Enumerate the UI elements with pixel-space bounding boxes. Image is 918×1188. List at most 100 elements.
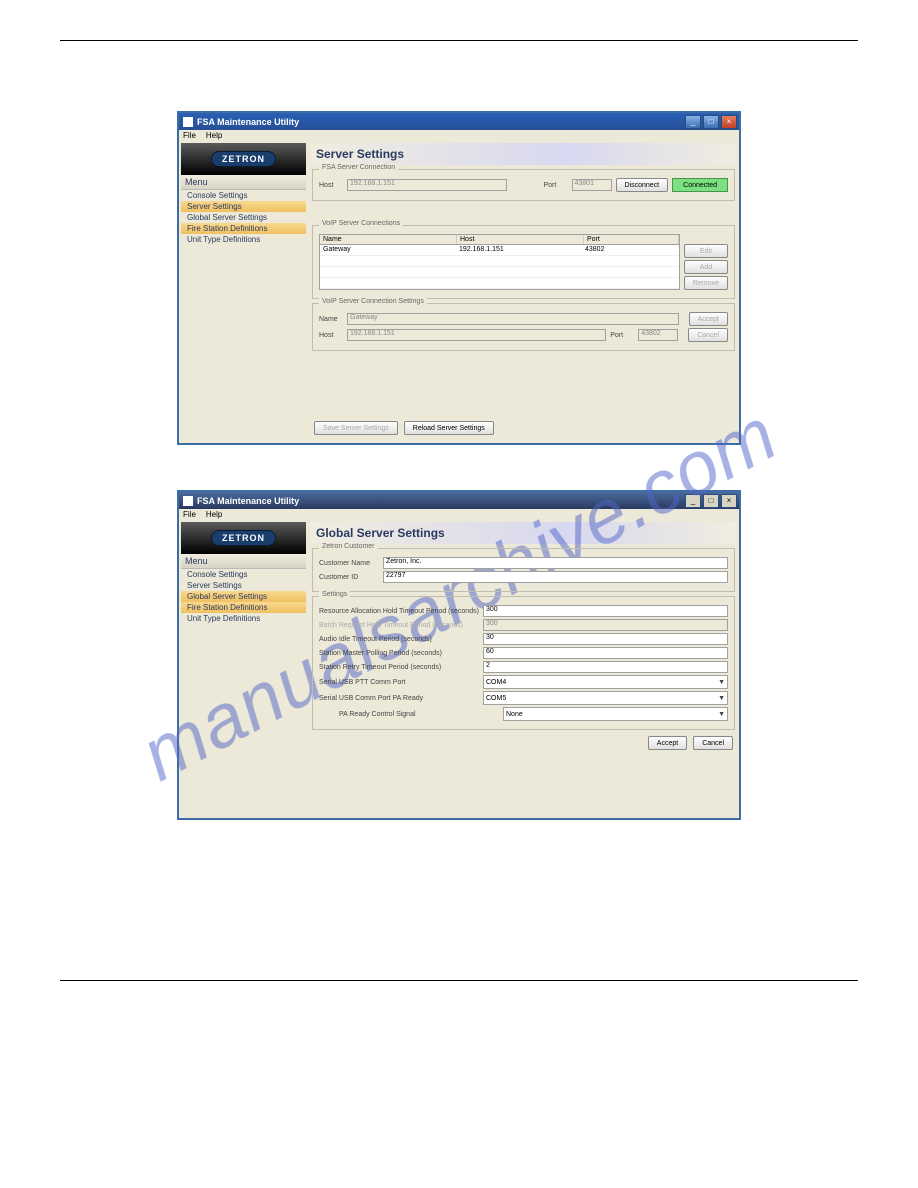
host-input[interactable]: 192.168.1.151 bbox=[347, 179, 507, 191]
group-label: Settings bbox=[319, 591, 350, 598]
titlebar[interactable]: FSA Maintenance Utility _ □ × bbox=[179, 492, 739, 509]
cell-port: 43802 bbox=[582, 245, 679, 255]
window-global-server-settings: FSA Maintenance Utility _ □ × File Help … bbox=[177, 490, 741, 820]
col-name[interactable]: Name bbox=[320, 235, 457, 244]
logo-text: ZETRON bbox=[211, 151, 276, 167]
sidebar-item-fire-station-definitions[interactable]: Fire Station Definitions bbox=[181, 223, 306, 234]
accept-button[interactable]: Accept bbox=[689, 312, 728, 326]
titlebar[interactable]: FSA Maintenance Utility _ □ × bbox=[179, 113, 739, 130]
col-port[interactable]: Port bbox=[584, 235, 679, 244]
logo: ZETRON bbox=[181, 143, 306, 175]
name-input[interactable]: Gateway bbox=[347, 313, 679, 325]
resource-allocation-input[interactable]: 300 bbox=[483, 605, 728, 617]
fsa-server-connection-group: FSA Server Connection Host 192.168.1.151… bbox=[312, 169, 735, 201]
window-server-settings: FSA Maintenance Utility _ □ × File Help … bbox=[177, 111, 741, 445]
chevron-down-icon: ▼ bbox=[718, 679, 725, 686]
host-input[interactable]: 192.168.1.151 bbox=[347, 329, 606, 341]
station-retry-label: Station Retry Timeout Period (seconds) bbox=[319, 664, 479, 671]
name-label: Name bbox=[319, 316, 343, 323]
select-value: COM5 bbox=[486, 695, 506, 702]
divider-bottom bbox=[60, 980, 858, 981]
page-title: Server Settings bbox=[310, 143, 737, 165]
sidebar-item-server-settings[interactable]: Server Settings bbox=[181, 580, 306, 591]
serial-usb-pa-select[interactable]: COM5 ▼ bbox=[483, 691, 728, 705]
station-polling-input[interactable]: 60 bbox=[483, 647, 728, 659]
cell-name: Gateway bbox=[320, 245, 456, 255]
sidebar-item-server-settings[interactable]: Server Settings bbox=[181, 201, 306, 212]
logo-text: ZETRON bbox=[211, 530, 276, 546]
voip-connections-group: VoIP Server Connections Name Host Port G… bbox=[312, 225, 735, 299]
resource-allocation-label: Resource Allocation Hold Timeout Period … bbox=[319, 608, 479, 615]
menu-help[interactable]: Help bbox=[206, 131, 222, 140]
pa-ready-signal-select[interactable]: None ▼ bbox=[503, 707, 728, 721]
app-icon bbox=[183, 496, 193, 506]
window-title: FSA Maintenance Utility bbox=[197, 117, 685, 127]
table-row[interactable] bbox=[320, 267, 679, 278]
settings-group: Settings Resource Allocation Hold Timeou… bbox=[312, 596, 735, 730]
customer-name-input[interactable]: Zetron, Inc. bbox=[383, 557, 728, 569]
voip-connection-settings-group: VoIP Server Connection Settings Name Gat… bbox=[312, 303, 735, 351]
cancel-button[interactable]: Cancel bbox=[688, 328, 728, 342]
chevron-down-icon: ▼ bbox=[718, 695, 725, 702]
page-title: Global Server Settings bbox=[310, 522, 737, 544]
batch-request-label: Batch Request Hold Timeout Period (secon… bbox=[319, 622, 479, 629]
minimize-button[interactable]: _ bbox=[685, 494, 701, 508]
menubar: File Help bbox=[179, 509, 739, 520]
table-row[interactable]: Gateway 192.168.1.151 43802 bbox=[320, 245, 679, 256]
window-title: FSA Maintenance Utility bbox=[197, 496, 685, 506]
menu-file[interactable]: File bbox=[183, 510, 196, 519]
remove-button[interactable]: Remove bbox=[684, 276, 728, 290]
customer-id-label: Customer ID bbox=[319, 574, 379, 581]
group-label: FSA Server Connection bbox=[319, 164, 398, 171]
table-row[interactable] bbox=[320, 278, 679, 289]
close-button[interactable]: × bbox=[721, 115, 737, 129]
minimize-button[interactable]: _ bbox=[685, 115, 701, 129]
menubar: File Help bbox=[179, 130, 739, 141]
menu-heading: Menu bbox=[181, 554, 306, 569]
menu-heading: Menu bbox=[181, 175, 306, 190]
maximize-button[interactable]: □ bbox=[703, 494, 719, 508]
sidebar-item-console-settings[interactable]: Console Settings bbox=[181, 190, 306, 201]
sidebar-item-fire-station-definitions[interactable]: Fire Station Definitions bbox=[181, 602, 306, 613]
reload-server-settings-button[interactable]: Reload Server Settings bbox=[404, 421, 494, 435]
batch-request-input: 300 bbox=[483, 619, 728, 631]
logo: ZETRON bbox=[181, 522, 306, 554]
chevron-down-icon: ▼ bbox=[718, 711, 725, 718]
station-retry-input[interactable]: 2 bbox=[483, 661, 728, 673]
sidebar-item-unit-type-definitions[interactable]: Unit Type Definitions bbox=[181, 234, 306, 245]
add-button[interactable]: Add bbox=[684, 260, 728, 274]
sidebar: ZETRON Menu Console Settings Server Sett… bbox=[181, 143, 306, 441]
accept-button[interactable]: Accept bbox=[648, 736, 687, 750]
port-label: Port bbox=[610, 332, 634, 339]
cell-host: 192.168.1.151 bbox=[456, 245, 582, 255]
host-label: Host bbox=[319, 182, 343, 189]
audio-idle-input[interactable]: 30 bbox=[483, 633, 728, 645]
select-value: None bbox=[506, 711, 523, 718]
sidebar-item-global-server-settings[interactable]: Global Server Settings bbox=[181, 591, 306, 602]
close-button[interactable]: × bbox=[721, 494, 737, 508]
maximize-button[interactable]: □ bbox=[703, 115, 719, 129]
port-label: Port bbox=[544, 182, 568, 189]
host-label: Host bbox=[319, 332, 343, 339]
menu-file[interactable]: File bbox=[183, 131, 196, 140]
edit-button[interactable]: Edit bbox=[684, 244, 728, 258]
divider-top bbox=[60, 40, 858, 41]
cancel-button[interactable]: Cancel bbox=[693, 736, 733, 750]
sidebar-item-global-server-settings[interactable]: Global Server Settings bbox=[181, 212, 306, 223]
sidebar-item-console-settings[interactable]: Console Settings bbox=[181, 569, 306, 580]
customer-id-input[interactable]: 22797 bbox=[383, 571, 728, 583]
col-host[interactable]: Host bbox=[457, 235, 584, 244]
port-input[interactable]: 43801 bbox=[572, 179, 612, 191]
group-label: VoIP Server Connections bbox=[319, 220, 403, 227]
serial-usb-pa-label: Serial USB Comm Port PA Ready bbox=[319, 695, 479, 702]
menu-help[interactable]: Help bbox=[206, 510, 222, 519]
sidebar: ZETRON Menu Console Settings Server Sett… bbox=[181, 522, 306, 816]
sidebar-item-unit-type-definitions[interactable]: Unit Type Definitions bbox=[181, 613, 306, 624]
select-value: COM4 bbox=[486, 679, 506, 686]
zetron-customer-group: Zetron Customer Customer Name Zetron, In… bbox=[312, 548, 735, 592]
save-server-settings-button[interactable]: Save Server Settings bbox=[314, 421, 398, 435]
disconnect-button[interactable]: Disconnect bbox=[616, 178, 669, 192]
port-input[interactable]: 43802 bbox=[638, 329, 678, 341]
table-row[interactable] bbox=[320, 256, 679, 267]
serial-usb-ptt-select[interactable]: COM4 ▼ bbox=[483, 675, 728, 689]
